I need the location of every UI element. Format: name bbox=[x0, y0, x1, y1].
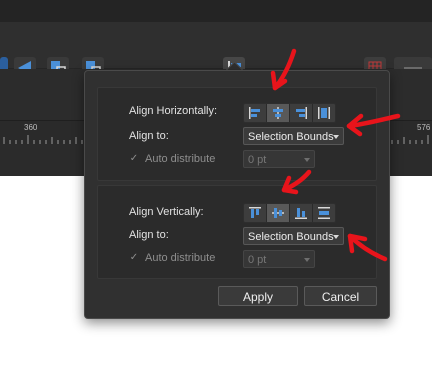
annotation-arrow-1 bbox=[270, 48, 297, 91]
annotation-arrows bbox=[270, 48, 401, 262]
annotation-arrow-2 bbox=[346, 113, 401, 137]
annotation-arrow-4 bbox=[347, 233, 388, 262]
annotation-arrow-3 bbox=[281, 169, 312, 195]
